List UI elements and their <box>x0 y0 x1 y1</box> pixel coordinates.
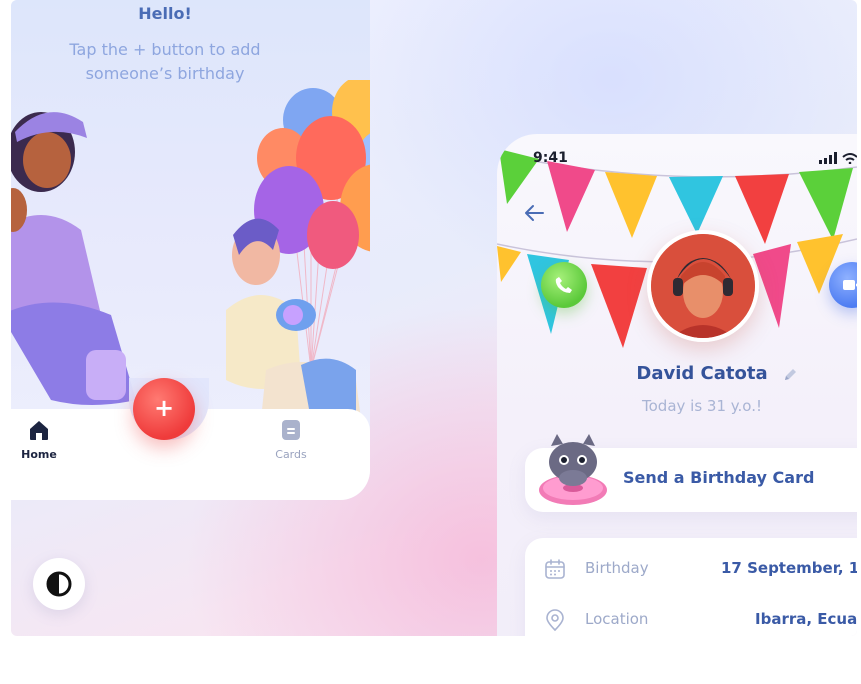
signal-wifi-icon <box>819 152 857 164</box>
details-card: Birthday 17 September, 198 Location Ibar… <box>525 538 857 636</box>
nav-home[interactable]: Home <box>19 418 59 461</box>
avatar <box>647 230 759 342</box>
showcase-canvas: Hello! Tap the + button to add someone’s… <box>11 0 857 636</box>
cat-on-donut-icon <box>539 434 607 505</box>
greeting-title: Hello! <box>138 4 192 23</box>
avatar-portrait <box>651 234 755 338</box>
detail-row-location: Location Ibarra, Ecuado <box>525 605 857 635</box>
contrast-icon <box>46 571 72 597</box>
add-birthday-button[interactable]: + <box>133 378 195 440</box>
nav-cards-label: Cards <box>275 448 307 461</box>
edit-pencil-icon[interactable] <box>782 367 798 383</box>
nav-home-label: Home <box>21 448 57 461</box>
detail-label-location: Location <box>585 610 649 628</box>
detail-value-birthday: 17 September, 198 <box>721 559 857 577</box>
profile-name: David Catota <box>636 363 768 384</box>
location-pin-icon <box>546 609 564 632</box>
detail-label-birthday: Birthday <box>585 559 649 577</box>
send-birthday-card-button[interactable]: Send a Birthday Card <box>525 434 857 512</box>
detail-row-birthday: Birthday 17 September, 198 <box>525 554 857 584</box>
profile-screen: 9:41 David Catota Today is 31 y.o.! Send… <box>497 134 857 636</box>
greeting-subtitle: Tap the + button to add someone’s birthd… <box>11 38 319 86</box>
video-camera-icon <box>843 280 857 290</box>
profile-age: Today is 31 y.o.! <box>642 397 762 415</box>
call-button[interactable] <box>541 262 587 308</box>
status-time: 9:41 <box>533 150 568 166</box>
cards-icon <box>282 420 300 440</box>
nav-cards[interactable]: Cards <box>271 418 311 461</box>
theme-toggle-button[interactable] <box>33 558 85 610</box>
send-birthday-card-label: Send a Birthday Card <box>623 468 815 487</box>
phone-icon <box>555 277 572 293</box>
calendar-icon <box>545 559 565 579</box>
back-arrow-icon[interactable] <box>523 204 545 222</box>
home-icon <box>30 421 48 440</box>
greeting-subtitle-line1: Tap the + button to add <box>69 40 261 59</box>
friends-with-balloons-illustration <box>11 80 370 420</box>
detail-value-location: Ibarra, Ecuado <box>755 610 857 628</box>
